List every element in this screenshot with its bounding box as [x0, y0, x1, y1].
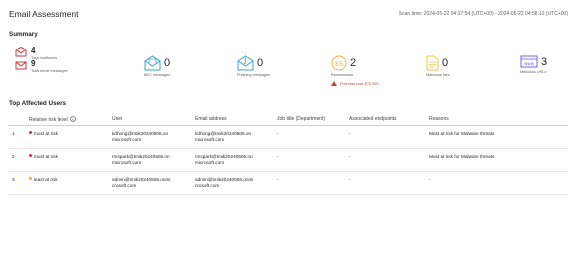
ransomware-stat: $$ 2 Ransomware Potential cost: $72,590 [331, 55, 379, 86]
malicious-files-value: 0 [442, 57, 449, 69]
col-email[interactable]: Email address [195, 114, 277, 126]
scan-time: Scan time: 2024-05-22 04:37:54 (UTC+00) … [398, 11, 568, 17]
email-cell: rmspark@tmik20240506.on microsoft.com [195, 148, 277, 172]
phishing-label: Phishing messages [237, 73, 270, 77]
total-email-messages-stat: 9 Total email messages [15, 59, 68, 80]
table-row[interactable]: 1 most at risk kdhong@tmik20240506.on mi… [8, 125, 568, 149]
summary-left-stats: 4 Total mailboxes 9 Total email messages [15, 46, 68, 80]
row-index: 2 [8, 148, 29, 172]
col-job-title[interactable]: Job title (Department) [277, 114, 349, 126]
svg-text:www: www [524, 61, 535, 66]
ransomware-icon: $$ [331, 55, 347, 71]
col-risk-level-label: Relative risk level [29, 116, 68, 123]
reasons-cell: Most at risk for Malware threats [429, 125, 568, 149]
risk-cell: least at risk [29, 171, 112, 195]
warning-icon [331, 81, 337, 86]
malicious-urls-stat: www 3 Malicious URLs [520, 55, 547, 74]
user-cell: rmspark@tmik20240506.on microsoft.com [112, 148, 195, 172]
col-reasons[interactable]: Reasons [429, 114, 568, 126]
svg-text:$$: $$ [335, 60, 343, 68]
potential-cost-text: Potential cost: $72,590 [340, 81, 379, 86]
bec-value: 0 [164, 57, 171, 69]
top-affected-users-heading: Top Affected Users [9, 100, 67, 107]
summary-heading: Summary [9, 31, 38, 38]
risk-cell: most at risk [29, 125, 112, 149]
row-index: 3 [8, 171, 29, 195]
file-icon [426, 55, 439, 71]
table-header-row: Relative risk level User Email address J… [8, 114, 568, 126]
info-icon[interactable] [70, 115, 77, 122]
job-cell: - [277, 125, 349, 149]
phishing-value: 0 [257, 57, 264, 69]
col-index [8, 114, 29, 126]
risk-text: most at risk [34, 130, 58, 136]
user-cell: admin@tmik20240506.onmi crosoft.com [112, 171, 195, 195]
col-endpoints[interactable]: Associated endpoints [349, 114, 429, 126]
envelope-icon [15, 61, 27, 70]
risk-dot-icon [29, 153, 32, 157]
email-cell: kdhong@tmik20240506.on microsoft.com [195, 125, 277, 149]
table-row[interactable]: 3 least at risk admin@tmik20240506.onmi … [8, 171, 568, 195]
report-header: Email Assessment Scan time: 2024-05-22 0… [9, 9, 568, 23]
url-icon: www [520, 55, 538, 68]
bec-stat: 0 BEC messages [144, 55, 170, 77]
risk-text: least at risk [34, 176, 58, 182]
bec-label: BEC messages [144, 73, 171, 77]
potential-cost: Potential cost: $72,590 [331, 81, 379, 86]
malicious-files-stat: 0 Malicious files [426, 55, 450, 77]
endpoints-cell: - [349, 171, 429, 195]
ransomware-value: 2 [350, 57, 357, 69]
user-cell: kdhong@tmik20240506.on microsoft.com [112, 125, 195, 149]
risk-cell: most at risk [29, 148, 112, 172]
endpoints-cell: - [349, 125, 429, 149]
risk-dot-icon [29, 176, 32, 180]
job-cell: - [277, 148, 349, 172]
row-index: 1 [8, 125, 29, 149]
malicious-urls-label: Malicious URLs [520, 70, 547, 74]
malicious-urls-value: 3 [541, 55, 548, 68]
phishing-mail-icon [237, 55, 254, 71]
reasons-cell: - [429, 171, 568, 195]
reasons-cell: Most at risk for Malware threats [429, 148, 568, 172]
page-title: Email Assessment [9, 9, 79, 19]
table-row[interactable]: 2 most at risk rmspark@tmik20240506.on m… [8, 148, 568, 172]
col-risk-level[interactable]: Relative risk level [29, 114, 112, 126]
total-mailboxes-value: 4 [31, 46, 36, 55]
malicious-files-label: Malicious files [426, 73, 450, 77]
ransomware-label: Ransomware [331, 73, 354, 77]
phishing-stat: 0 Phishing messages [237, 55, 270, 77]
mailbox-icon [15, 47, 27, 57]
affected-users-table: Relative risk level User Email address J… [8, 114, 568, 195]
col-user[interactable]: User [112, 114, 195, 126]
risk-text: most at risk [34, 153, 58, 159]
total-email-messages-label: Total email messages [31, 69, 68, 73]
job-cell: - [277, 171, 349, 195]
email-cell: admin@tmik20240506.onmi crosoft.com [195, 171, 277, 195]
bec-mail-icon [144, 55, 161, 71]
endpoints-cell: - [349, 148, 429, 172]
risk-dot-icon [29, 130, 32, 134]
total-email-messages-value: 9 [31, 59, 36, 68]
